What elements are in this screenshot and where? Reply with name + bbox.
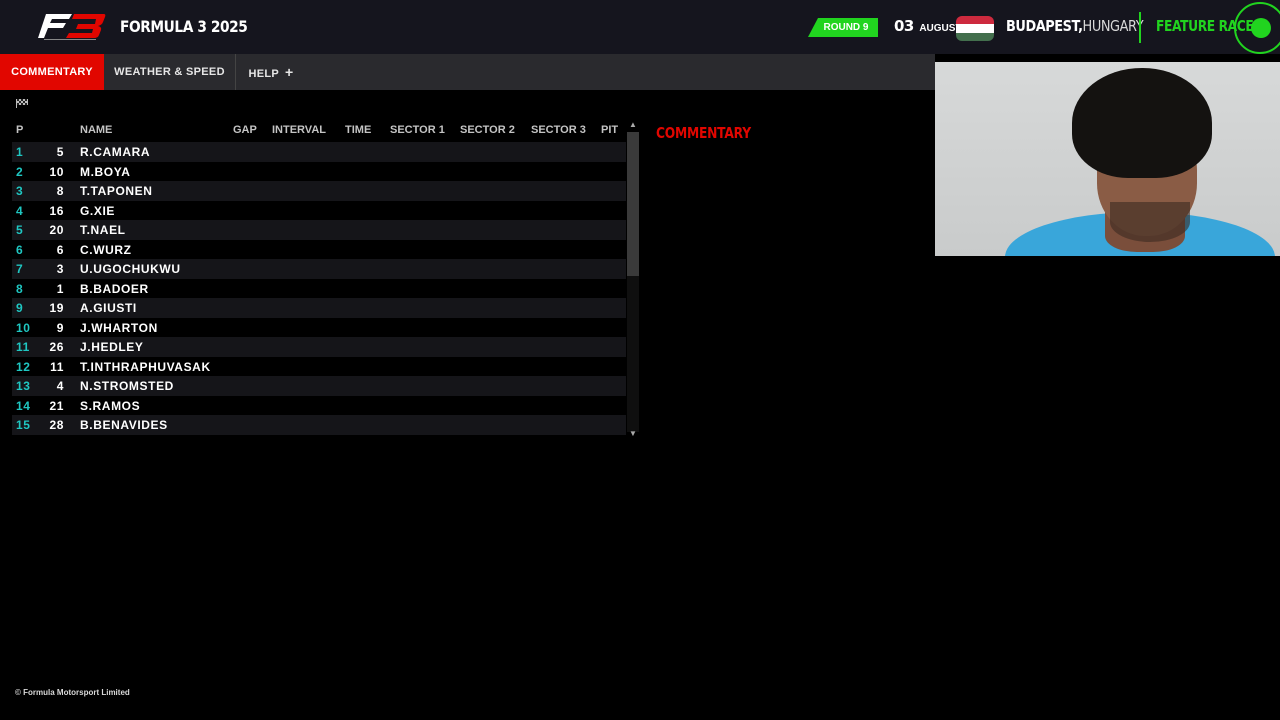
race-location: BUDAPEST,HUNGARY: [1006, 17, 1144, 35]
table-row[interactable]: 2 10 M.BOYA: [12, 162, 626, 182]
row-position: 4: [16, 203, 24, 218]
col-sector1[interactable]: SECTOR 1: [390, 124, 445, 136]
header-divider: [1139, 12, 1141, 43]
table-row[interactable]: 12 11 T.INTHRAPHUVASAK: [12, 357, 626, 377]
col-time[interactable]: TIME: [345, 124, 371, 136]
row-car-number: 9: [56, 320, 64, 335]
commentary-heading: COMMENTARY: [656, 124, 751, 142]
row-car-number: 20: [49, 223, 64, 237]
row-car-number: 26: [49, 340, 64, 354]
scroll-up-arrow-icon[interactable]: ▲: [628, 120, 638, 130]
series-title: FORMULA 3 2025: [120, 17, 248, 36]
row-driver-name: B.BADOER: [80, 281, 149, 296]
plus-icon: +: [285, 64, 294, 80]
table-row[interactable]: 4 16 G.XIE: [12, 201, 626, 221]
webcam-person-beard: [1110, 202, 1190, 242]
row-driver-name: U.UGOCHUKWU: [80, 262, 181, 276]
table-row[interactable]: 3 8 T.TAPONEN: [12, 181, 626, 201]
row-driver-name: G.XIE: [80, 203, 116, 218]
table-row[interactable]: 1 5 R.CAMARA: [12, 142, 626, 162]
timing-scrollbar[interactable]: ▲ ▼: [626, 120, 640, 440]
table-row[interactable]: 9 19 A.GIUSTI: [12, 298, 626, 318]
top-header: FORMULA 3 2025 ROUND 9 03 AUGUST BUDAPES…: [0, 0, 1280, 54]
row-car-number: 6: [56, 242, 64, 257]
tab-help[interactable]: HELP +: [236, 54, 306, 90]
webcam-feed: [935, 62, 1280, 256]
col-position[interactable]: P: [16, 124, 23, 136]
row-car-number: 8: [56, 184, 64, 198]
row-position: 1: [16, 145, 24, 159]
race-date: 03 AUGUST: [894, 17, 962, 36]
row-driver-name: B.BENAVIDES: [80, 418, 168, 432]
table-row[interactable]: 5 20 T.NAEL: [12, 220, 626, 240]
webcam-person-hair: [1072, 68, 1212, 178]
row-driver-name: N.STROMSTED: [80, 379, 174, 393]
tab-commentary[interactable]: COMMENTARY: [0, 54, 104, 90]
row-position: 3: [16, 184, 24, 198]
row-car-number: 5: [56, 145, 64, 159]
timing-table-header: P NAME GAP INTERVAL TIME SECTOR 1 SECTOR…: [0, 120, 626, 140]
row-position: 9: [16, 301, 24, 315]
row-driver-name: T.TAPONEN: [80, 184, 153, 198]
location-city: BUDAPEST,: [1006, 17, 1083, 35]
col-name[interactable]: NAME: [80, 124, 112, 136]
row-driver-name: J.WHARTON: [80, 320, 158, 335]
tab-help-label: HELP: [248, 68, 280, 80]
row-position: 6: [16, 242, 24, 257]
location-country: HUNGARY: [1082, 17, 1144, 35]
row-car-number: 10: [49, 164, 64, 179]
col-sector3[interactable]: SECTOR 3: [531, 124, 586, 136]
hungary-flag-icon: [956, 16, 994, 41]
row-driver-name: C.WURZ: [80, 242, 132, 257]
table-row[interactable]: 15 28 B.BENAVIDES: [12, 415, 626, 435]
table-row[interactable]: 14 21 S.RAMOS: [12, 396, 626, 416]
col-interval[interactable]: INTERVAL: [272, 124, 326, 136]
row-driver-name: M.BOYA: [80, 164, 131, 179]
row-position: 7: [16, 262, 24, 276]
live-dot-icon: [1251, 18, 1271, 38]
row-car-number: 16: [49, 203, 64, 218]
col-pit[interactable]: PIT: [601, 124, 618, 136]
row-driver-name: S.RAMOS: [80, 398, 141, 413]
col-gap[interactable]: GAP: [233, 124, 257, 136]
timing-table-body: 1 5 R.CAMARA 2 10 M.BOYA 3 8 T.TAPONEN 4 16 G.XI…: [0, 142, 626, 440]
copyright-notice: © Formula Motorsport Limited: [15, 688, 130, 697]
scroll-down-arrow-icon[interactable]: ▼: [628, 429, 638, 439]
row-car-number: 21: [49, 398, 64, 413]
date-day: 03: [894, 17, 914, 35]
f3-logo[interactable]: [38, 10, 106, 44]
scroll-thumb[interactable]: [627, 132, 639, 276]
table-row[interactable]: 6 6 C.WURZ: [12, 240, 626, 260]
table-row[interactable]: 11 26 J.HEDLEY: [12, 337, 626, 357]
tab-weather-speed[interactable]: WEATHER & SPEED: [104, 54, 236, 90]
row-car-number: 4: [56, 379, 64, 393]
row-car-number: 3: [56, 262, 64, 276]
round-badge: ROUND 9: [808, 18, 878, 37]
row-driver-name: T.NAEL: [80, 223, 126, 237]
checkered-flag-icon[interactable]: [16, 99, 28, 108]
table-row[interactable]: 10 9 J.WHARTON: [12, 318, 626, 338]
row-car-number: 28: [49, 418, 64, 432]
table-row[interactable]: 7 3 U.UGOCHUKWU: [12, 259, 626, 279]
row-position: 8: [16, 281, 24, 296]
row-car-number: 1: [56, 281, 64, 296]
table-row[interactable]: 13 4 N.STROMSTED: [12, 376, 626, 396]
row-driver-name: R.CAMARA: [80, 145, 151, 159]
row-car-number: 19: [49, 301, 64, 315]
row-position: 5: [16, 223, 24, 237]
row-car-number: 11: [50, 359, 64, 374]
nav-bar: COMMENTARY WEATHER & SPEED HELP +: [0, 54, 935, 90]
table-row[interactable]: 8 1 B.BADOER: [12, 279, 626, 299]
row-driver-name: T.INTHRAPHUVASAK: [80, 359, 211, 374]
row-position: 2: [16, 164, 24, 179]
row-driver-name: A.GIUSTI: [80, 301, 137, 315]
row-driver-name: J.HEDLEY: [80, 340, 144, 354]
col-sector2[interactable]: SECTOR 2: [460, 124, 515, 136]
